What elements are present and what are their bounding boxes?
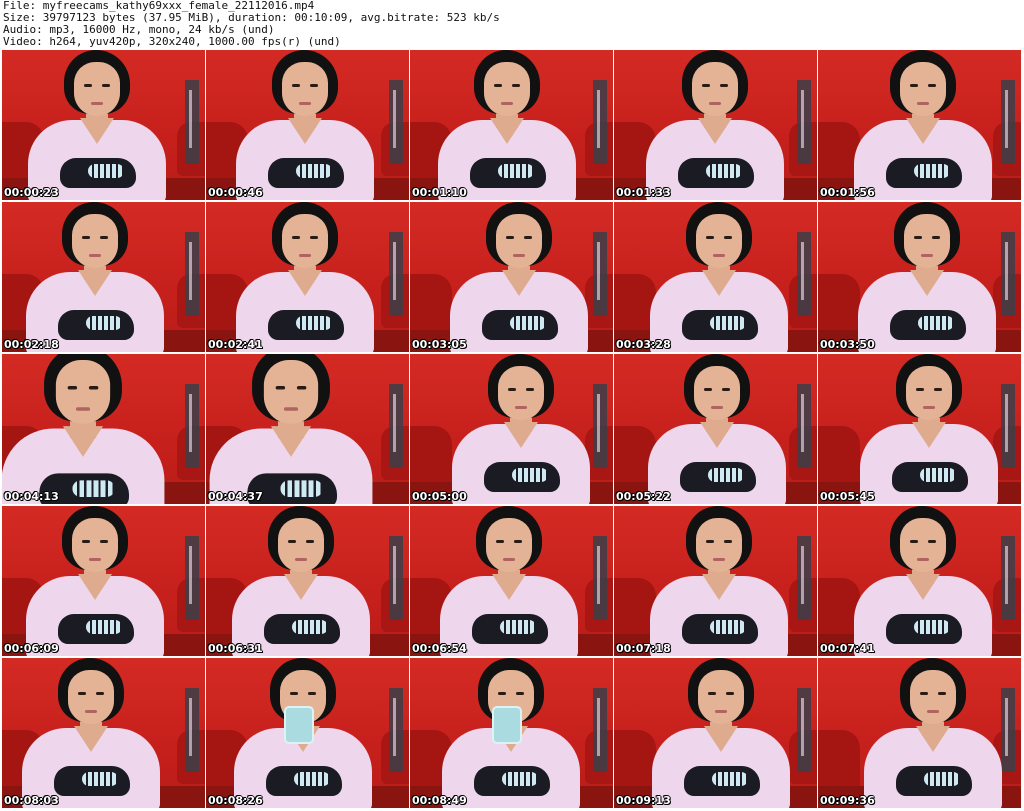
frame-image [206,50,409,200]
frame-image [818,658,1021,808]
frame-timestamp: 00:07:18 [616,642,671,655]
thumbnail-frame: 00:04:37 [206,354,409,504]
frame-image [2,354,205,504]
frame-image [2,202,205,352]
frame-image [2,506,205,656]
thumbnail-frame: 00:09:13 [614,658,817,808]
frame-timestamp: 00:02:18 [4,338,59,351]
video-info-line: Video: h264, yuv420p, 320x240, 1000.00 f… [3,36,341,48]
frame-image [614,658,817,808]
thumbnail-frame: 00:06:31 [206,506,409,656]
thumbnail-grid: 00:00:23 00:00:46 00:01:10 00:01:33 00:01:56… [2,50,1022,809]
thumbnail-frame: 00:07:18 [614,506,817,656]
frame-timestamp: 00:09:36 [820,794,875,807]
frame-image [410,658,613,808]
frame-image [818,506,1021,656]
audio-info-line: Audio: mp3, 16000 Hz, mono, 24 kb/s (und… [3,24,275,36]
frame-timestamp: 00:01:33 [616,186,671,199]
frame-timestamp: 00:06:09 [4,642,59,655]
frame-image [410,506,613,656]
frame-timestamp: 00:05:00 [412,490,467,503]
thumbnail-frame: 00:07:41 [818,506,1021,656]
thumbnail-frame: 00:05:22 [614,354,817,504]
frame-timestamp: 00:03:50 [820,338,875,351]
thumbnail-frame: 00:00:23 [2,50,205,200]
frame-image [818,202,1021,352]
thumbnail-frame: 00:02:41 [206,202,409,352]
frame-image [410,354,613,504]
thumbnail-frame: 00:08:03 [2,658,205,808]
file-name-line: File: myfreecams_kathy69xxx_female_22112… [3,0,315,12]
frame-image [818,50,1021,200]
thumbnail-frame: 00:09:36 [818,658,1021,808]
video-info-header: File: myfreecams_kathy69xxx_female_22112… [3,0,1021,48]
frame-image [2,658,205,808]
frame-image [206,354,409,504]
thumbnail-frame: 00:02:18 [2,202,205,352]
frame-timestamp: 00:05:45 [820,490,875,503]
thumbnail-frame: 00:03:05 [410,202,613,352]
frame-image [614,354,817,504]
thumbnail-frame: 00:01:33 [614,50,817,200]
frame-timestamp: 00:03:05 [412,338,467,351]
frame-timestamp: 00:01:10 [412,186,467,199]
thumbnail-frame: 00:08:49 [410,658,613,808]
frame-timestamp: 00:08:26 [208,794,263,807]
frame-timestamp: 00:00:23 [4,186,59,199]
thumbnail-frame: 00:08:26 [206,658,409,808]
frame-timestamp: 00:08:49 [412,794,467,807]
thumbnail-frame: 00:04:13 [2,354,205,504]
frame-image [410,202,613,352]
frame-timestamp: 00:08:03 [4,794,59,807]
file-size-line: Size: 39797123 bytes (37.95 MiB), durati… [3,12,500,24]
frame-timestamp: 00:06:31 [208,642,263,655]
frame-timestamp: 00:04:13 [4,490,59,503]
frame-timestamp: 00:04:37 [208,490,263,503]
thumbnail-frame: 00:05:45 [818,354,1021,504]
frame-image [818,354,1021,504]
thumbnail-frame: 00:00:46 [206,50,409,200]
thumbnail-frame: 00:01:56 [818,50,1021,200]
thumbnail-frame: 00:05:00 [410,354,613,504]
frame-timestamp: 00:00:46 [208,186,263,199]
frame-timestamp: 00:02:41 [208,338,263,351]
frame-timestamp: 00:06:54 [412,642,467,655]
frame-timestamp: 00:03:28 [616,338,671,351]
thumbnail-frame: 00:03:50 [818,202,1021,352]
thumbnail-frame: 00:06:09 [2,506,205,656]
frame-image [614,50,817,200]
frame-timestamp: 00:01:56 [820,186,875,199]
frame-image [206,202,409,352]
frame-timestamp: 00:05:22 [616,490,671,503]
frame-image [614,202,817,352]
thumbnail-frame: 00:03:28 [614,202,817,352]
frame-timestamp: 00:09:13 [616,794,671,807]
frame-image [206,658,409,808]
frame-image [410,50,613,200]
frame-timestamp: 00:07:41 [820,642,875,655]
thumbnail-frame: 00:01:10 [410,50,613,200]
frame-image [2,50,205,200]
frame-image [614,506,817,656]
frame-image [206,506,409,656]
thumbnail-frame: 00:06:54 [410,506,613,656]
